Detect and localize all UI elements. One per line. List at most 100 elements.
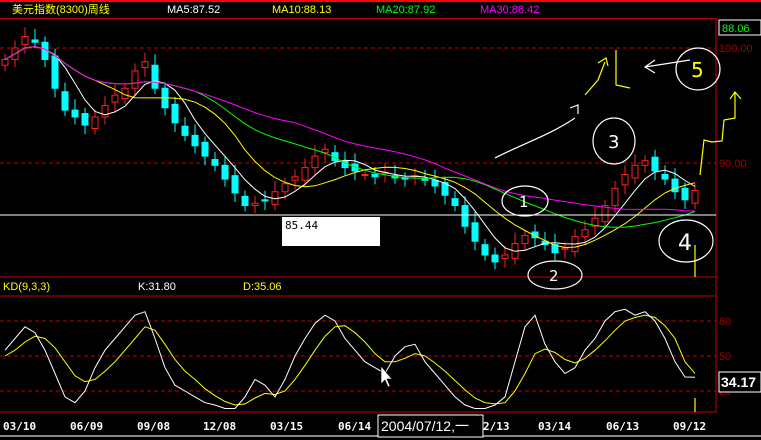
stock-chart[interactable]: 美元指数(8300)周线 MA5:87.52 MA10:88.13 MA20:8… (0, 0, 761, 440)
candle (201, 136, 209, 166)
candle-body (171, 103, 179, 124)
candle-body (651, 156, 659, 172)
chart-title: 美元指数(8300)周线 (12, 2, 110, 16)
candle (41, 36, 49, 67)
candle (1, 53, 9, 71)
arrow-left-white-icon (643, 59, 691, 74)
candle (161, 82, 169, 116)
candle-body (611, 187, 619, 207)
kd-tick-50: 50 (719, 351, 731, 363)
date-tick: 03/14 (538, 420, 571, 433)
candle-body (431, 179, 439, 187)
annotation-label-4: 4 (678, 231, 692, 256)
price-tick-90: 90.00 (719, 158, 747, 170)
date-tick: 03/15 (270, 420, 303, 433)
candle-body (471, 222, 479, 242)
ma30-line (4, 46, 696, 212)
candle (401, 172, 409, 187)
candle-body (61, 91, 69, 111)
date-tick: 12/08 (203, 420, 236, 433)
date-tick: 06/09 (70, 420, 103, 433)
k-line (4, 308, 696, 409)
candle (601, 199, 609, 228)
candle-body (231, 175, 239, 194)
annotation-label-5: 5 (691, 58, 704, 82)
candle-body (281, 183, 289, 193)
candle-body (131, 70, 139, 89)
ma20-label: MA20:87.92 (376, 4, 435, 16)
candle-body (481, 244, 489, 256)
candle (211, 152, 219, 172)
d-value: D:35.06 (243, 281, 282, 293)
candle-body (421, 178, 429, 181)
annotation-label-2: 2 (549, 267, 559, 285)
candle (621, 165, 629, 195)
ma30-label: MA30:86.42 (480, 4, 539, 16)
price-tooltip-value: 85.44 (285, 219, 318, 232)
candle-body (181, 125, 189, 136)
candle (81, 107, 89, 135)
candle-body (31, 39, 39, 43)
candle-body (621, 174, 629, 186)
candle-body (521, 234, 529, 244)
candle (61, 82, 69, 116)
arrow-up-yellow-icon (584, 57, 609, 96)
candle (101, 96, 109, 125)
candle-body (691, 190, 699, 204)
kd-crosshair-value: 34.17 (721, 374, 756, 390)
candle-body (491, 254, 499, 263)
candle (291, 169, 299, 190)
date-tick: 03/10 (3, 420, 36, 433)
candle (221, 156, 229, 187)
candle (691, 183, 699, 209)
candle-body (291, 176, 299, 181)
candle-body (191, 134, 199, 147)
candle (171, 96, 179, 132)
candle (261, 190, 269, 211)
candle (181, 117, 189, 142)
candle-body (1, 59, 9, 66)
candle (521, 229, 529, 251)
candle (591, 207, 599, 236)
candle-body (251, 202, 259, 207)
candle (441, 176, 449, 205)
candle-body (81, 113, 89, 126)
candle-body (581, 229, 589, 238)
candle (131, 63, 139, 96)
candle-body (661, 174, 669, 180)
candle-body (241, 195, 249, 207)
candle (651, 149, 659, 181)
d-line (4, 314, 696, 406)
candle (631, 154, 639, 184)
candle-body (51, 55, 59, 89)
candle-body (561, 247, 569, 250)
candle-body (211, 159, 219, 166)
candle (491, 247, 499, 270)
candle (451, 191, 459, 212)
candle-body (501, 254, 509, 259)
candle (141, 52, 149, 77)
date-tick: 06/14 (338, 420, 371, 433)
candle (561, 242, 569, 259)
header-top-border (0, 0, 761, 2)
date-tick: 09/12 (673, 420, 706, 433)
date-tick: 2/13 (483, 420, 510, 433)
kd-title: KD(9,3,3) (3, 281, 50, 293)
candle (151, 54, 159, 94)
annotation-mark-yellow (615, 50, 631, 89)
date-tooltip-value: 2004/07/12,一 (381, 418, 469, 434)
candle-body (221, 164, 229, 180)
candle (71, 99, 79, 125)
kd-tick-80: 80 (719, 316, 731, 328)
kd-lines (4, 308, 696, 409)
annotation-label-3: 3 (608, 132, 619, 153)
candle (31, 29, 39, 48)
candle-body (261, 199, 269, 202)
hand-annotations: 1 2 3 4 5 (494, 47, 742, 412)
candle-body (631, 164, 639, 179)
candle-body (451, 198, 459, 207)
candle (431, 169, 439, 194)
candle (471, 211, 479, 251)
candle (641, 154, 649, 173)
candle (511, 232, 519, 265)
